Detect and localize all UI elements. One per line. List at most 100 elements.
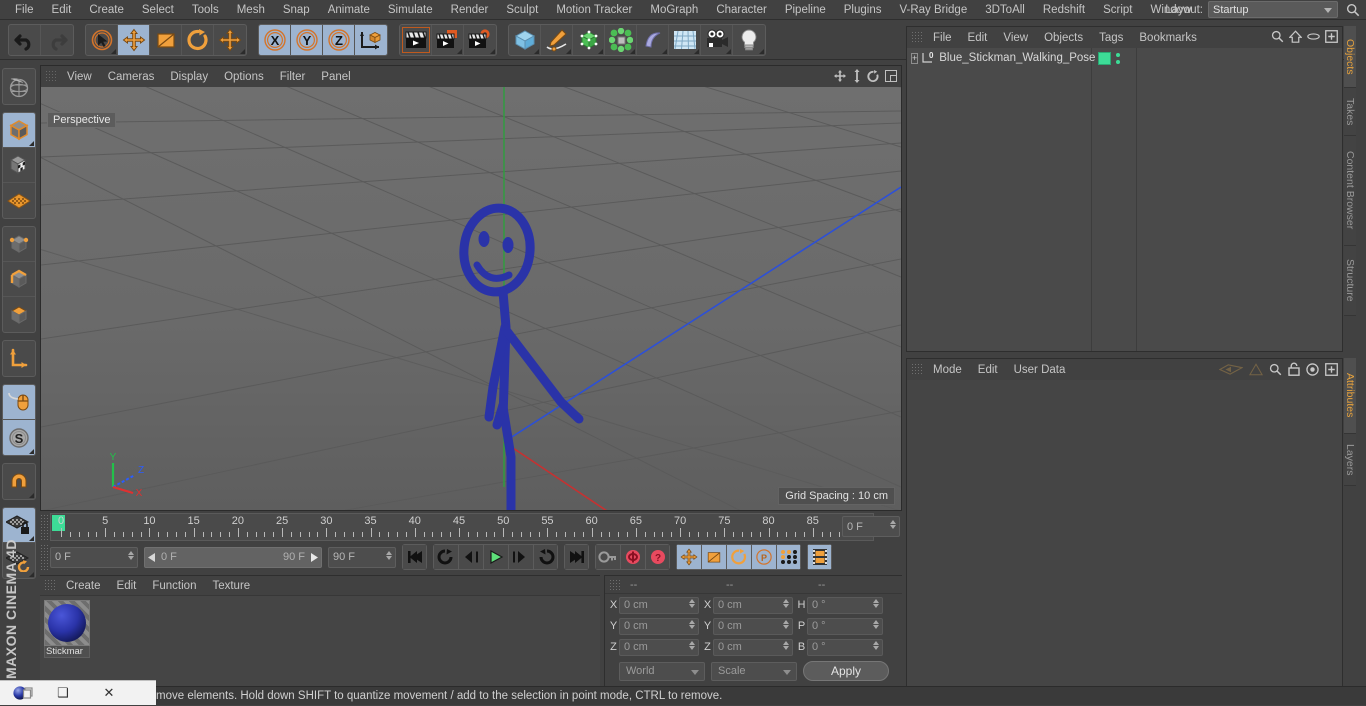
end-frame-field[interactable]: 90 F bbox=[328, 546, 396, 568]
ellipsis-icon[interactable] bbox=[1307, 32, 1320, 41]
y-axis-lock-button[interactable]: Y bbox=[291, 24, 323, 55]
menu-item-mesh[interactable]: Mesh bbox=[228, 0, 274, 20]
x-axis-lock-button[interactable]: X bbox=[259, 24, 291, 55]
search-icon[interactable] bbox=[1346, 3, 1360, 17]
lock-icon[interactable] bbox=[1288, 362, 1300, 376]
position-y-field[interactable]: 0 cm bbox=[619, 617, 699, 635]
model-mode-button[interactable] bbox=[3, 113, 35, 148]
plus-box-icon[interactable] bbox=[1325, 362, 1338, 376]
spinner-icon[interactable] bbox=[689, 598, 695, 608]
attributes-menu-edit[interactable]: Edit bbox=[970, 360, 1006, 380]
panel-grip-icon[interactable] bbox=[44, 579, 55, 592]
material-menu-texture[interactable]: Texture bbox=[204, 577, 258, 595]
viewport-menu-view[interactable]: View bbox=[59, 67, 100, 87]
lock-workplane-button[interactable] bbox=[3, 508, 35, 543]
object-menu-file[interactable]: File bbox=[925, 28, 960, 48]
spinner-icon[interactable] bbox=[890, 520, 896, 529]
go-to-end-button[interactable] bbox=[564, 544, 589, 570]
search-icon[interactable] bbox=[1269, 363, 1282, 376]
zoom-icon[interactable] bbox=[852, 69, 862, 83]
add-deformer-button[interactable] bbox=[637, 24, 669, 55]
menu-item-create[interactable]: Create bbox=[80, 0, 133, 20]
menu-item-file[interactable]: File bbox=[6, 0, 43, 20]
render-view-button[interactable] bbox=[400, 24, 432, 55]
axis-mode-button[interactable] bbox=[3, 341, 35, 376]
timeline-ruler[interactable]: 051015202530354045505560657075808590 bbox=[50, 513, 874, 541]
tab-attributes[interactable]: Attributes bbox=[1344, 358, 1356, 434]
layout-dropdown[interactable]: Startup bbox=[1208, 1, 1338, 18]
menu-item-render[interactable]: Render bbox=[442, 0, 498, 20]
position-x-field[interactable]: 0 cm bbox=[619, 596, 699, 614]
apply-button[interactable]: Apply bbox=[803, 661, 889, 681]
size-y-field[interactable]: 0 cm bbox=[713, 617, 793, 635]
size-x-field[interactable]: 0 cm bbox=[713, 596, 793, 614]
object-menu-objects[interactable]: Objects bbox=[1036, 28, 1091, 48]
viewport-menu-options[interactable]: Options bbox=[216, 67, 272, 87]
menu-item-script[interactable]: Script bbox=[1094, 0, 1141, 20]
undo-button[interactable] bbox=[9, 24, 41, 55]
nav-back-icon[interactable] bbox=[1219, 363, 1243, 376]
menu-item-tools[interactable]: Tools bbox=[183, 0, 228, 20]
menu-item-sculpt[interactable]: Sculpt bbox=[497, 0, 547, 20]
attributes-menu-user-data[interactable]: User Data bbox=[1006, 360, 1074, 380]
panel-grip-icon[interactable] bbox=[911, 31, 922, 44]
z-axis-lock-button[interactable]: Z bbox=[323, 24, 355, 55]
object-menu-view[interactable]: View bbox=[995, 28, 1036, 48]
material-menu-create[interactable]: Create bbox=[58, 577, 109, 595]
spinner-icon[interactable] bbox=[873, 619, 879, 629]
rotation-h-field[interactable]: 0 ° bbox=[807, 596, 883, 614]
position-key-button[interactable] bbox=[676, 544, 701, 570]
menu-item-character[interactable]: Character bbox=[707, 0, 776, 20]
attributes-body[interactable] bbox=[907, 380, 1342, 686]
play-backwards-loop-button[interactable] bbox=[433, 544, 458, 570]
viewport-menu-display[interactable]: Display bbox=[162, 67, 216, 87]
object-menu-bookmarks[interactable]: Bookmarks bbox=[1131, 28, 1205, 48]
range-left-arrow-icon[interactable] bbox=[148, 552, 157, 562]
param-key-button[interactable]: P bbox=[751, 544, 776, 570]
scale-button[interactable] bbox=[150, 24, 182, 55]
scale-key-button[interactable] bbox=[701, 544, 726, 570]
close-window-button[interactable]: ✕ bbox=[86, 681, 132, 706]
frame-indicator-field[interactable]: 0 F bbox=[842, 516, 900, 537]
menu-item-plugins[interactable]: Plugins bbox=[835, 0, 891, 20]
point-level-animation-button[interactable] bbox=[776, 544, 801, 570]
expand-toggle-icon[interactable]: + bbox=[911, 52, 919, 64]
spinner-icon[interactable] bbox=[783, 640, 789, 650]
menu-item-motion-tracker[interactable]: Motion Tracker bbox=[547, 0, 641, 20]
panel-grip-icon[interactable] bbox=[911, 363, 922, 376]
keyframe-selection-button[interactable]: ? bbox=[645, 544, 670, 570]
menu-item-3dtoall[interactable]: 3DToAll bbox=[976, 0, 1034, 20]
world-object-coordinate-button[interactable] bbox=[355, 24, 387, 55]
viewport-menu-filter[interactable]: Filter bbox=[272, 67, 314, 87]
rotation-key-button[interactable] bbox=[726, 544, 751, 570]
spinner-icon[interactable] bbox=[873, 598, 879, 608]
menu-item-simulate[interactable]: Simulate bbox=[379, 0, 442, 20]
object-tree[interactable]: + 0 Blue_Stickman_Walking_Pose bbox=[907, 48, 1342, 351]
polygons-mode-button[interactable] bbox=[3, 297, 35, 332]
spinner-icon[interactable] bbox=[783, 619, 789, 629]
material-thumbnail[interactable] bbox=[44, 600, 90, 646]
magnet-button[interactable] bbox=[3, 464, 35, 499]
spinner-icon[interactable] bbox=[783, 598, 789, 608]
spinner-icon[interactable] bbox=[873, 640, 879, 650]
add-scene-object-button[interactable] bbox=[669, 24, 701, 55]
render-settings-button[interactable] bbox=[464, 25, 496, 55]
add-generator-button[interactable] bbox=[573, 24, 605, 55]
add-light-button[interactable] bbox=[733, 25, 765, 55]
texture-mode-button[interactable] bbox=[3, 148, 35, 183]
soft-selection-button[interactable]: S bbox=[3, 420, 35, 455]
viewport-menu-cameras[interactable]: Cameras bbox=[100, 67, 163, 87]
object-menu-tags[interactable]: Tags bbox=[1091, 28, 1131, 48]
add-cube-button[interactable] bbox=[509, 24, 541, 55]
plus-box-icon[interactable] bbox=[1325, 30, 1338, 43]
spinner-icon[interactable] bbox=[128, 550, 134, 560]
search-icon[interactable] bbox=[1271, 30, 1284, 43]
move-button[interactable] bbox=[118, 24, 150, 55]
menu-item-snap[interactable]: Snap bbox=[274, 0, 319, 20]
object-menu-edit[interactable]: Edit bbox=[960, 28, 996, 48]
position-z-field[interactable]: 0 cm bbox=[619, 638, 699, 656]
points-mode-button[interactable] bbox=[3, 227, 35, 262]
transform-mode-dropdown[interactable]: Scale bbox=[711, 661, 797, 681]
tab-takes[interactable]: Takes bbox=[1344, 88, 1356, 136]
menu-item-pipeline[interactable]: Pipeline bbox=[776, 0, 835, 20]
